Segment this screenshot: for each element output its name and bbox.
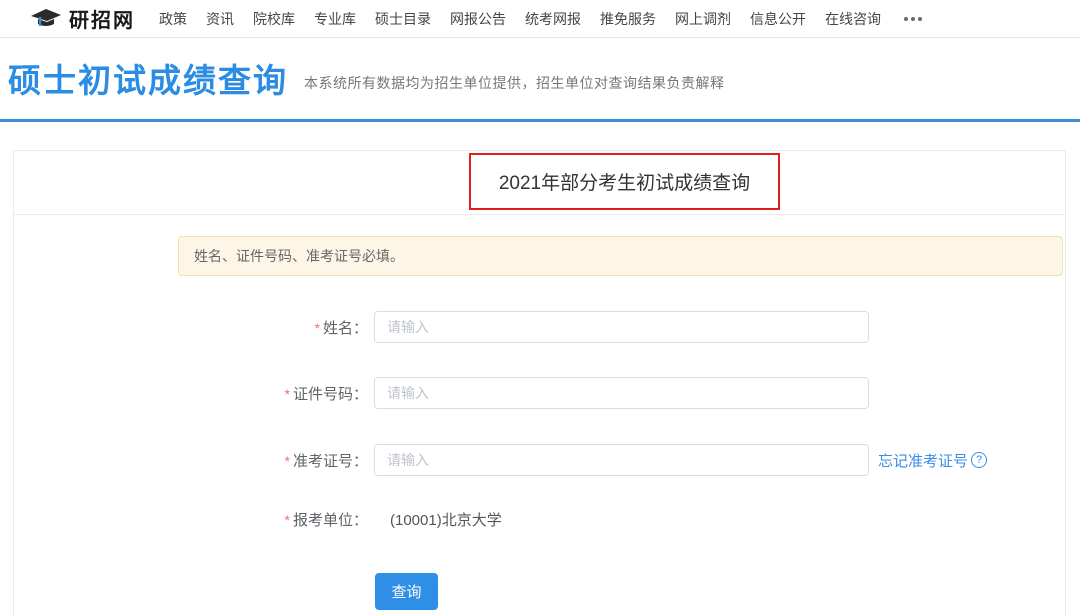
applied-unit-value: (10001)北京大学 (390, 509, 502, 530)
top-nav: 研招网 政策 资讯 院校库 专业库 硕士目录 网报公告 统考网报 推免服务 网上… (0, 0, 1080, 38)
admission-ticket-field-row: *准考证号： 忘记准考证号 ? (14, 444, 1065, 476)
admission-ticket-input[interactable] (374, 444, 869, 476)
blue-divider (0, 119, 1080, 122)
site-logo[interactable]: 研招网 (30, 4, 135, 33)
nav-links: 政策 资讯 院校库 专业库 硕士目录 网报公告 统考网报 推免服务 网上调剂 信… (159, 9, 922, 29)
nav-item-college-library[interactable]: 院校库 (253, 9, 295, 29)
graduation-cap-icon (30, 8, 62, 30)
nav-item-info-disclosure[interactable]: 信息公开 (750, 9, 806, 29)
card-title: 2021年部分考生初试成绩查询 (499, 168, 750, 195)
nav-more-button[interactable] (904, 17, 922, 21)
name-label: *姓名： (14, 317, 368, 338)
help-icon[interactable]: ? (971, 452, 987, 468)
id-number-field-row: *证件号码： (14, 377, 1065, 409)
required-fields-notice: 姓名、证件号码、准考证号必填。 (178, 236, 1063, 276)
red-highlight-box: 2021年部分考生初试成绩查询 (469, 153, 780, 210)
id-number-label: *证件号码： (14, 383, 368, 404)
nav-item-online-consult[interactable]: 在线咨询 (825, 9, 881, 29)
score-query-page: 研招网 政策 资讯 院校库 专业库 硕士目录 网报公告 统考网报 推免服务 网上… (0, 0, 1080, 616)
admission-ticket-label: *准考证号： (14, 450, 368, 471)
required-asterisk: * (285, 453, 290, 469)
applied-unit-label: *报考单位： (14, 509, 368, 530)
forgot-ticket-link[interactable]: 忘记准考证号 ? (878, 450, 987, 471)
name-input[interactable] (374, 311, 869, 343)
nav-item-unified-exam[interactable]: 统考网报 (525, 9, 581, 29)
nav-item-exemption-service[interactable]: 推免服务 (600, 9, 656, 29)
nav-item-online-adjustment[interactable]: 网上调剂 (675, 9, 731, 29)
page-header: 硕士初试成绩查询 本系统所有数据均为招生单位提供，招生单位对查询结果负责解释 (8, 62, 725, 100)
required-asterisk: * (285, 512, 290, 528)
query-button[interactable]: 查询 (375, 573, 438, 610)
logo-label: 研招网 (69, 4, 135, 33)
query-card: 2021年部分考生初试成绩查询 姓名、证件号码、准考证号必填。 *姓名： *证件… (13, 150, 1066, 616)
nav-item-news[interactable]: 资讯 (206, 9, 234, 29)
applied-unit-field-row: *报考单位： (10001)北京大学 (14, 503, 1065, 535)
page-title: 硕士初试成绩查询 (8, 62, 288, 100)
id-number-input[interactable] (374, 377, 869, 409)
nav-item-report-notice[interactable]: 网报公告 (450, 9, 506, 29)
nav-item-policy[interactable]: 政策 (159, 9, 187, 29)
submit-row: 查询 (14, 573, 1065, 605)
nav-item-master-catalog[interactable]: 硕士目录 (375, 9, 431, 29)
required-asterisk: * (315, 320, 320, 336)
name-field-row: *姓名： (14, 311, 1065, 343)
required-asterisk: * (285, 386, 290, 402)
card-header: 2021年部分考生初试成绩查询 (14, 151, 1065, 215)
nav-item-major-library[interactable]: 专业库 (314, 9, 356, 29)
page-subtitle: 本系统所有数据均为招生单位提供，招生单位对查询结果负责解释 (304, 73, 725, 100)
